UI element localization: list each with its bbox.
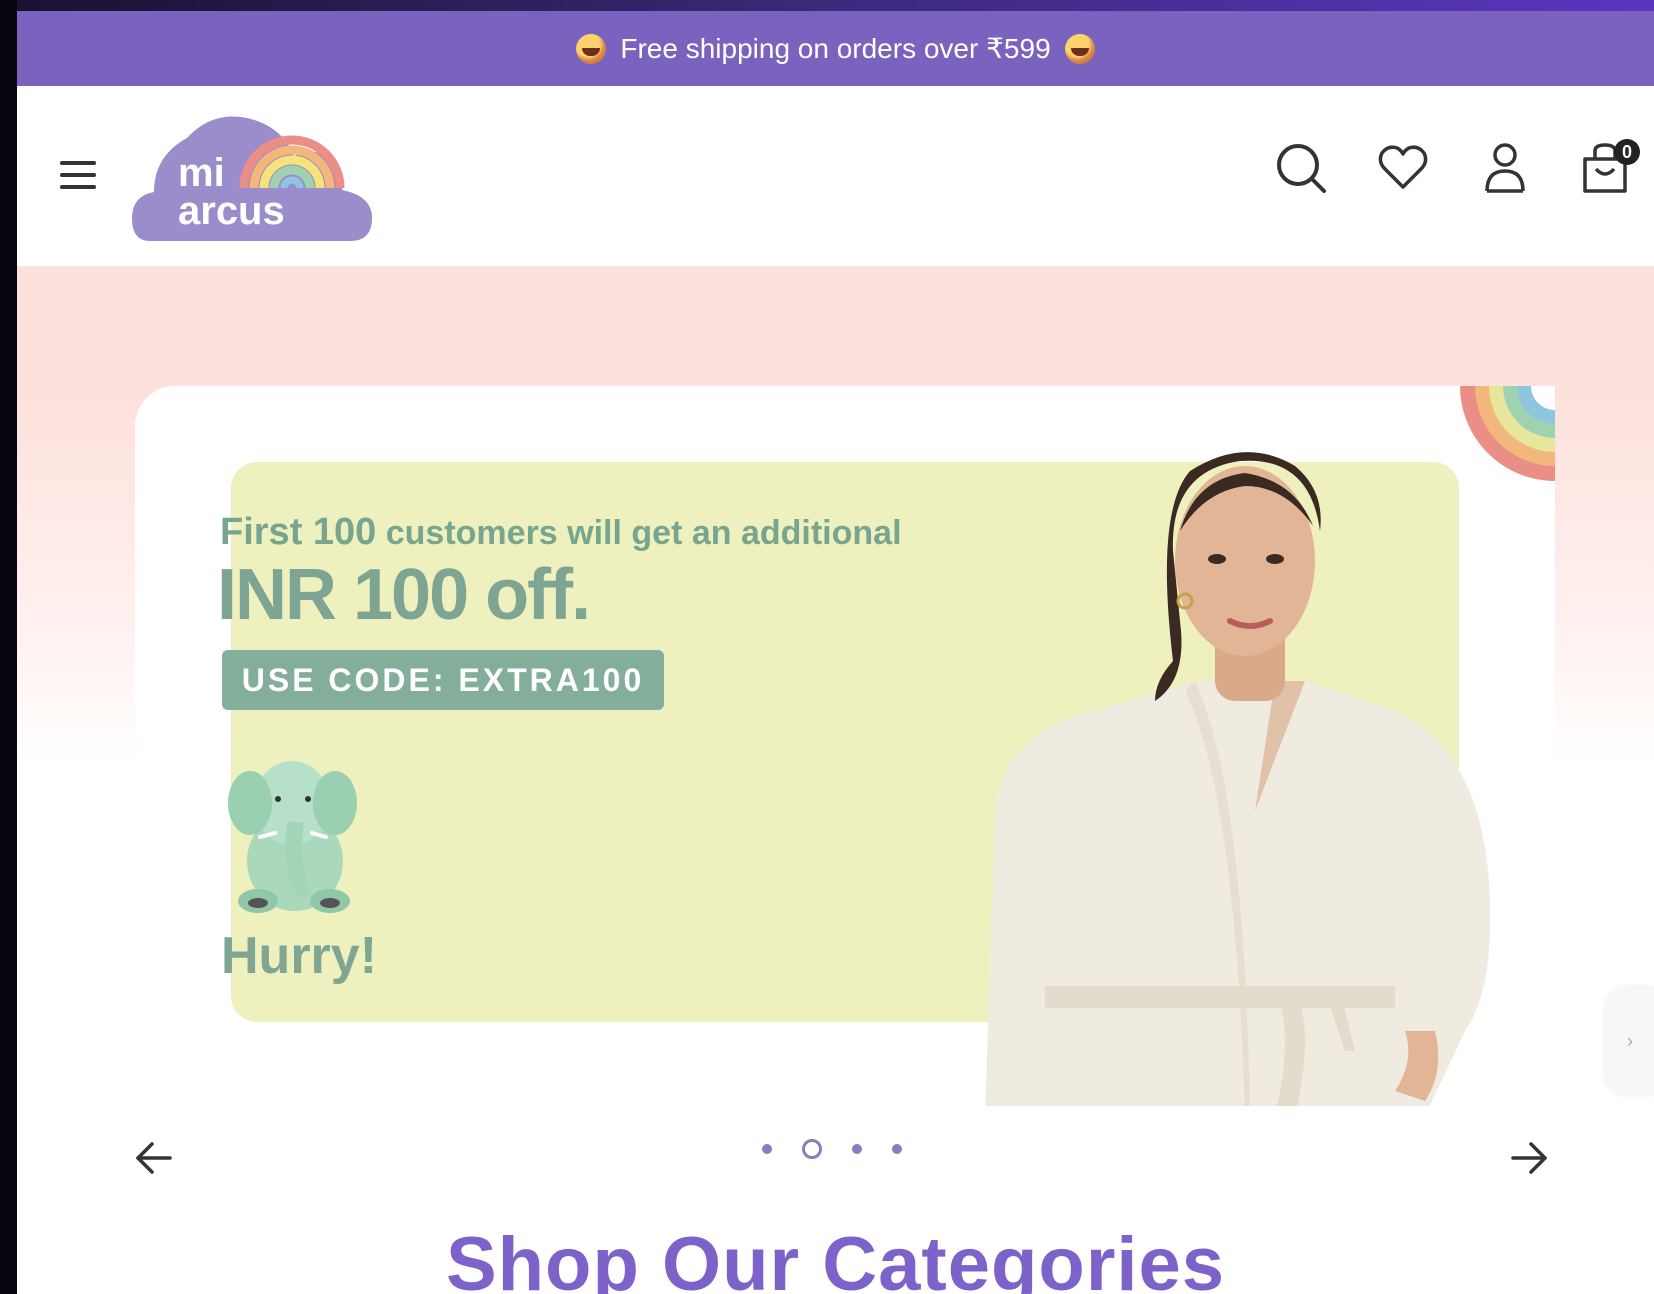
emoji-face-icon <box>576 33 607 64</box>
header-icons: 0 <box>1274 139 1640 195</box>
menu-icon[interactable] <box>60 161 96 191</box>
site-header: mi arcus 0 <box>17 86 1654 266</box>
logo[interactable]: mi arcus <box>132 106 372 246</box>
announcement-text: Free shipping on orders over ₹599 <box>620 33 1051 64</box>
window-left-edge <box>0 0 17 1294</box>
arrow-left-icon[interactable] <box>132 1136 176 1180</box>
model-photo <box>985 452 1491 1106</box>
logo-text-arcus: arcus <box>178 189 285 233</box>
promo-code-button[interactable]: USE CODE: EXTRA100 <box>222 650 664 710</box>
elephant-toy-image <box>228 761 357 913</box>
page: Free shipping on orders over ₹599 mi arc… <box>17 11 1654 1294</box>
carousel-dot[interactable] <box>852 1144 862 1154</box>
search-icon[interactable] <box>1274 141 1328 195</box>
cart-icon[interactable]: 0 <box>1580 139 1640 195</box>
heart-icon[interactable] <box>1376 141 1430 195</box>
user-icon[interactable] <box>1478 141 1532 195</box>
carousel-dot[interactable] <box>762 1144 772 1154</box>
carousel-dot[interactable] <box>892 1144 902 1154</box>
promo-hurry: Hurry! <box>221 927 378 985</box>
cart-count-badge: 0 <box>1614 139 1640 165</box>
section-title: Shop Our Categories <box>445 1222 1226 1294</box>
carousel-dot-active[interactable] <box>802 1139 822 1159</box>
side-tab[interactable]: › <box>1606 986 1654 1096</box>
hero-slide[interactable]: First 100 customers will get an addition… <box>135 386 1555 1106</box>
promo-first-100: First 100 <box>220 511 377 553</box>
arrow-right-icon[interactable] <box>1507 1136 1551 1180</box>
emoji-face-icon <box>1064 33 1095 64</box>
announcement-bar: Free shipping on orders over ₹599 <box>17 11 1654 86</box>
promo-headline: First 100 customers will get an addition… <box>220 511 902 554</box>
carousel-dots <box>762 1139 902 1159</box>
promo-subtext: customers will get an additional <box>376 514 902 552</box>
promo-discount: INR 100 off. <box>217 555 591 635</box>
